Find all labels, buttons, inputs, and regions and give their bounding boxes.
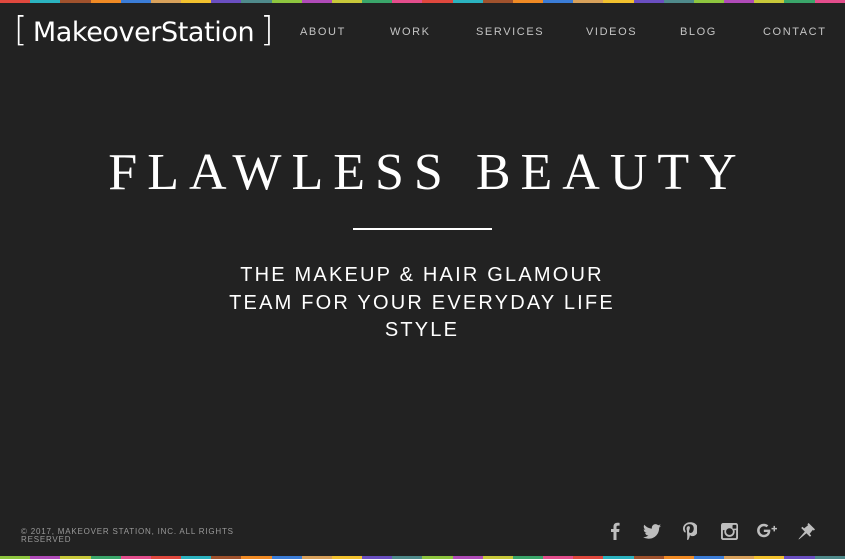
hero-tagline: THE MAKEUP & HAIR GLAMOUR TEAM FOR YOUR … <box>229 264 615 341</box>
stripe-segment <box>60 0 91 3</box>
nav-item-about[interactable]: ABOUT <box>300 26 346 38</box>
pin-icon <box>797 522 815 540</box>
stripe-segment <box>30 0 61 3</box>
hero-title: FLAWLESS BEAUTY <box>108 144 747 201</box>
nav-item-services[interactable]: SERVICES <box>476 26 544 38</box>
stripe-segment <box>301 0 332 3</box>
stripe-segment <box>211 0 242 3</box>
pin-link[interactable] <box>794 519 818 543</box>
stripe-segment <box>543 0 574 3</box>
stripe-segment <box>452 0 483 3</box>
stripe-segment <box>512 0 544 3</box>
stripe-segment <box>271 0 302 3</box>
stripe-segment <box>724 0 755 3</box>
stripe-segment <box>241 0 272 3</box>
stripe-segment <box>120 0 151 3</box>
twitter-link[interactable] <box>640 519 664 543</box>
pinterest-icon <box>683 522 697 540</box>
stripe-segment <box>422 0 453 3</box>
nav-item-videos[interactable]: VIDEOS <box>586 26 637 38</box>
instagram-icon <box>720 522 738 540</box>
google-plus-link[interactable] <box>755 519 779 543</box>
stripe-segment <box>603 0 634 3</box>
stripe-segment <box>482 0 513 3</box>
stripe-segment <box>392 0 423 3</box>
main-nav: ABOUT WORK SERVICES VIDEOS BLOG CONTACT <box>0 26 845 42</box>
stripe-segment <box>663 0 694 3</box>
nav-item-blog[interactable]: BLOG <box>680 26 717 38</box>
nav-item-contact[interactable]: CONTACT <box>763 26 827 38</box>
social-links <box>0 519 845 543</box>
stripe-segment <box>150 0 182 3</box>
hero-divider <box>353 228 492 230</box>
stripe-segment <box>90 0 121 3</box>
twitter-icon <box>643 523 661 539</box>
instagram-link[interactable] <box>717 519 741 543</box>
stripe-segment <box>362 0 393 3</box>
stripe-segment <box>573 0 604 3</box>
top-color-stripe <box>0 0 845 3</box>
stripe-segment <box>633 0 664 3</box>
facebook-icon <box>611 522 620 540</box>
stripe-segment <box>814 0 845 3</box>
google-plus-icon <box>757 523 777 538</box>
pinterest-link[interactable] <box>678 519 702 543</box>
facebook-link[interactable] <box>603 519 627 543</box>
stripe-segment <box>754 0 785 3</box>
stripe-segment <box>784 0 815 3</box>
nav-item-work[interactable]: WORK <box>390 26 431 38</box>
stripe-segment <box>693 0 725 3</box>
stripe-segment <box>0 0 31 3</box>
stripe-segment <box>181 0 212 3</box>
stripe-segment <box>331 0 363 3</box>
